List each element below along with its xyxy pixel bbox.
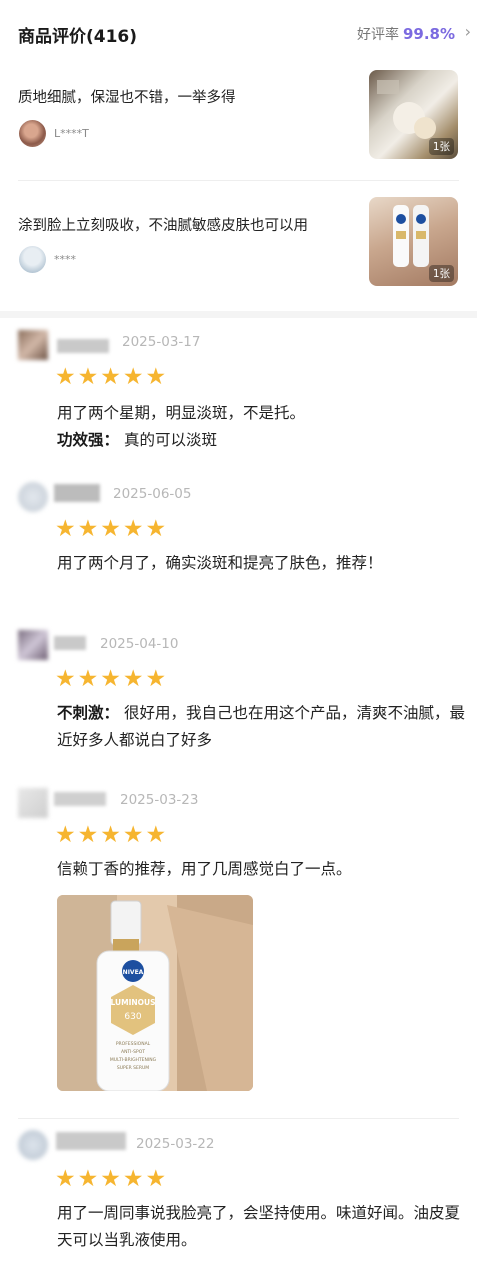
review-text: 不刺激： 很好用，我自己也在用这个产品，清爽不油腻，最近好多人都说白了好多 [57, 700, 467, 754]
positive-rate[interactable]: 好评率 99.8% [357, 24, 455, 44]
star-rating: ★★★★★ [55, 666, 169, 692]
review-text-line: 用了两个月了，确实淡斑和提亮了肤色，推荐！ [57, 554, 383, 572]
avatar [19, 120, 46, 147]
review-date: 2025-03-22 [136, 1136, 215, 1152]
review-item: 2025-03-23 ★★★★★ 信赖丁香的推荐，用了几周感觉白了一点。 NIV… [0, 778, 477, 1114]
review-tag: 功效强： [57, 431, 120, 449]
avatar [18, 482, 48, 512]
reviews-header: 商品评价(416) 好评率 99.8% › [0, 0, 477, 66]
review-date: 2025-03-23 [120, 792, 199, 808]
section-gap [0, 311, 477, 318]
review-text: 用了两个月了，确实淡斑和提亮了肤色，推荐！ [57, 550, 467, 577]
avatar [18, 788, 48, 818]
bottle-line-a: PROFESSIONAL [116, 1041, 151, 1047]
image-count-badge: 1张 [428, 138, 454, 155]
star-rating: ★★★★★ [55, 364, 169, 390]
review-date: 2025-03-17 [122, 334, 201, 350]
avatar [18, 330, 48, 360]
reviewer-name-blurred [54, 636, 86, 650]
review-item: 2025-04-10 ★★★★★ 不刺激： 很好用，我自己也在用这个产品，清爽不… [0, 622, 477, 778]
review-tag: 不刺激： [57, 704, 120, 722]
review-text-line: 用了一周同事说我脸亮了，会坚持使用。味道好闻。油皮夏天可以当乳液使用。 [57, 1204, 461, 1249]
review-tag-text: 很好用，我自己也在用这个产品，清爽不油腻，最近好多人都说白了好多 [57, 704, 465, 749]
review-date: 2025-04-10 [100, 636, 179, 652]
review-item: 2025-06-05 ★★★★★ 用了两个月了，确实淡斑和提亮了肤色，推荐！ [0, 474, 477, 616]
avatar [18, 1130, 48, 1160]
positive-rate-value: 99.8% [402, 25, 455, 43]
featured-review[interactable]: 质地细腻，保湿也不错，一举多得 L****T 1张 [0, 66, 477, 184]
reviewer-name-blurred [56, 1132, 126, 1150]
reviewer-name-blurred [54, 484, 100, 502]
review-tag-line: 功效强： 真的可以淡斑 [57, 427, 467, 454]
star-rating: ★★★★★ [55, 822, 169, 848]
featured-review-user: **** [54, 253, 76, 266]
serum-bottle-photo: NIVEA LUMINOUS 630 PROFESSIONAL ANTI-SPO… [57, 895, 253, 1091]
review-text: 用了两个星期，明显淡斑，不是托。 功效强： 真的可以淡斑 [57, 400, 467, 454]
star-rating: ★★★★★ [55, 1166, 169, 1192]
review-text: 用了一周同事说我脸亮了，会坚持使用。味道好闻。油皮夏天可以当乳液使用。 [57, 1200, 467, 1254]
review-text: 信赖丁香的推荐，用了几周感觉白了一点。 [57, 856, 467, 883]
divider [18, 1118, 459, 1119]
featured-review[interactable]: 涂到脸上立刻吸收，不油腻敏感皮肤也可以用 **** 1张 [0, 192, 477, 310]
positive-rate-label: 好评率 [356, 27, 399, 43]
review-photo[interactable]: NIVEA LUMINOUS 630 PROFESSIONAL ANTI-SPO… [57, 895, 253, 1091]
reviewer-name-blurred [54, 792, 106, 806]
review-item: 2025-03-22 ★★★★★ 用了一周同事说我脸亮了，会坚持使用。味道好闻。… [0, 1120, 477, 1280]
featured-review-text: 质地细腻，保湿也不错，一举多得 [18, 90, 236, 106]
review-photo-thumbnail[interactable]: 1张 [369, 70, 458, 159]
review-date: 2025-06-05 [113, 486, 192, 502]
bottle-code: 630 [124, 1012, 141, 1022]
featured-review-user: L****T [54, 127, 89, 140]
review-text-line: 信赖丁香的推荐，用了几周感觉白了一点。 [57, 860, 352, 878]
bottle-product: LUMINOUS [111, 998, 156, 1007]
bottle-line-c: MULTI-BRIGHTENING [110, 1057, 157, 1063]
featured-review-text: 涂到脸上立刻吸收，不油腻敏感皮肤也可以用 [18, 218, 308, 234]
bottle-brand: NIVEA [123, 969, 144, 976]
avatar [19, 246, 46, 273]
divider [18, 180, 459, 181]
review-item: 2025-03-17 ★★★★★ 用了两个星期，明显淡斑，不是托。 功效强： 真… [0, 318, 477, 474]
review-text-line: 用了两个星期，明显淡斑，不是托。 [57, 404, 306, 422]
bottle-line-d: SUPER SERUM [117, 1065, 149, 1071]
reviewer-name-blurred [57, 339, 109, 353]
review-tag-text: 真的可以淡斑 [119, 431, 217, 449]
page-title: 商品评价(416) [18, 27, 138, 47]
avatar [18, 630, 48, 660]
bottle-line-b: ANTI-SPOT [121, 1049, 145, 1055]
star-rating: ★★★★★ [55, 516, 169, 542]
chevron-right-icon[interactable]: › [465, 22, 471, 41]
image-count-badge: 1张 [428, 265, 454, 282]
review-photo-thumbnail[interactable]: 1张 [369, 197, 458, 286]
